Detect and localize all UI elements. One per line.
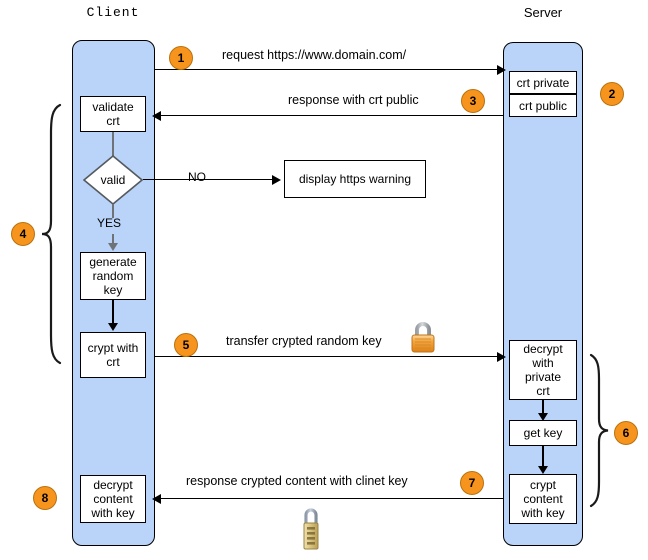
brace-shape-icon	[589, 353, 609, 508]
decision-diamond-valid: valid	[83, 155, 143, 205]
crypt-content-line-2: content	[523, 492, 563, 506]
generate-key-line-2: random	[92, 269, 134, 283]
validate-crt-line-2: crt	[106, 114, 120, 128]
decrypt-line-1: decrypt	[523, 342, 563, 356]
decision-yes-arrowhead-icon	[108, 243, 118, 251]
server-group-brace	[588, 353, 610, 508]
generate-key-line-1: generate	[89, 255, 137, 269]
message-5-label: transfer crypted random key	[226, 334, 382, 348]
message-5-arrowhead-icon	[497, 352, 506, 362]
decrypt-content-line-3: with key	[91, 506, 135, 520]
decision-label: valid	[100, 173, 126, 187]
connector-validate-to-decision	[112, 132, 114, 156]
server-actor-title: Server	[523, 5, 563, 20]
generate-key-line-3: key	[103, 283, 123, 297]
client-actor-title: Client	[86, 5, 140, 20]
message-1-label: request https://www.domain.com/	[222, 48, 407, 62]
crypt-content-line-1: crypt	[529, 478, 556, 492]
step-badge-2: 2	[600, 82, 624, 106]
crypt-with-crt-line-1: crypt with	[87, 341, 139, 355]
message-3-arrowhead-icon	[152, 111, 161, 121]
decrypt-line-2: with	[532, 356, 554, 370]
message-1-arrowhead-icon	[497, 65, 506, 75]
message-3-label: response with crt public	[288, 93, 419, 107]
step-badge-1: 1	[169, 46, 193, 70]
message-3-line	[155, 115, 503, 117]
message-7-arrowhead-icon	[152, 494, 161, 504]
decision-yes-label: YES	[97, 216, 122, 230]
message-7-line	[155, 498, 503, 500]
padlock-closed-icon	[409, 320, 437, 354]
message-7-label: response crypted content with clinet key	[186, 474, 408, 488]
server-box-crt-public: crt public	[509, 94, 577, 117]
decrypt-content-line-2: content	[93, 492, 133, 506]
message-1-line	[155, 69, 499, 71]
crypt-content-line-3: with key	[521, 506, 565, 520]
decrypt-line-4: crt	[536, 384, 550, 398]
combination-padlock-icon	[298, 505, 324, 553]
message-5-line	[155, 356, 499, 358]
crypt-with-crt-line-2: crt	[106, 355, 120, 369]
server-box-crypt-content-with-key: crypt content with key	[509, 474, 577, 524]
client-box-https-warning: display https warning	[284, 160, 426, 198]
client-box-crypt-with-crt: crypt with crt	[80, 332, 146, 378]
decision-no-arrowhead-icon	[272, 175, 281, 185]
server-box-crt-private: crt private	[509, 71, 577, 94]
step-badge-5: 5	[174, 333, 198, 357]
server-box-decrypt-with-private-crt: decrypt with private crt	[509, 340, 577, 400]
server-box-get-key: get key	[509, 420, 577, 446]
step-badge-3: 3	[461, 89, 485, 113]
client-box-validate-crt: validate crt	[80, 96, 146, 132]
brace-shape-icon	[41, 103, 62, 365]
step-badge-4: 4	[11, 222, 35, 246]
step-badge-7: 7	[460, 471, 484, 495]
connector-getkey-to-crypt-arrowhead-icon	[538, 466, 548, 474]
client-group-brace	[40, 103, 62, 365]
decision-no-branch-line	[143, 179, 275, 181]
step-badge-8: 8	[33, 486, 57, 510]
decision-no-label: NO	[188, 170, 206, 184]
connector-generate-to-crypt-arrowhead-icon	[108, 323, 118, 331]
client-box-generate-random-key: generate random key	[80, 252, 146, 300]
step-badge-6: 6	[614, 421, 638, 445]
decrypt-content-line-1: decrypt	[93, 478, 133, 492]
client-box-decrypt-content-with-key: decrypt content with key	[80, 475, 146, 523]
decrypt-line-3: private	[524, 370, 562, 384]
validate-crt-line-1: validate	[92, 100, 134, 114]
https-handshake-diagram: Client Server request https://www.domain…	[0, 0, 648, 560]
